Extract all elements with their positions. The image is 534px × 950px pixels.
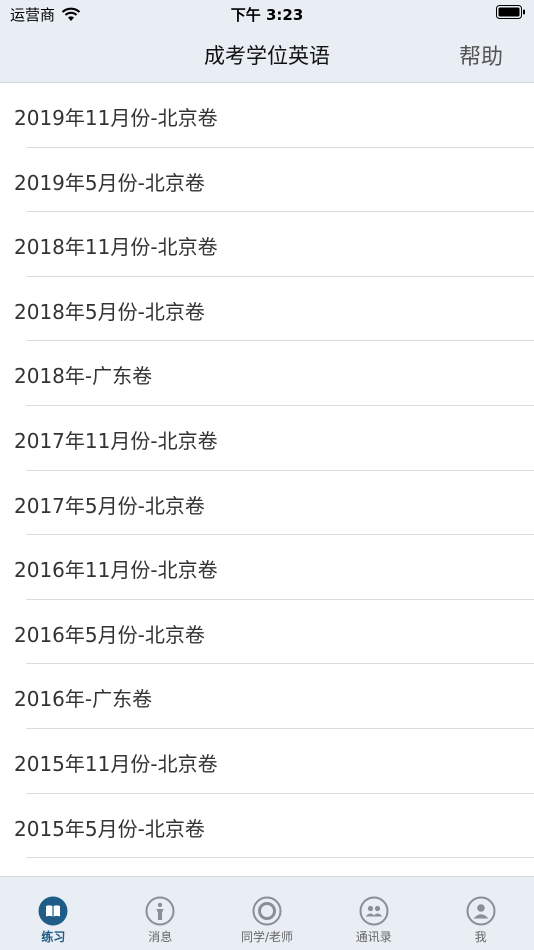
tab-bar: 练习 消息 同学/老师 通讯录 我 bbox=[0, 876, 534, 950]
status-time: 下午 3:23 bbox=[230, 6, 304, 24]
person-info-icon bbox=[145, 896, 175, 926]
list-item-label: 2015年5月份-北京卷 bbox=[14, 816, 205, 841]
list-item-label: 2019年5月份-北京卷 bbox=[14, 170, 205, 195]
list-item-label: 2017年11月份-北京卷 bbox=[14, 428, 218, 453]
tab-contacts[interactable]: 通讯录 bbox=[320, 877, 427, 950]
list-item-label: 2018年11月份-北京卷 bbox=[14, 235, 218, 260]
target-icon bbox=[252, 896, 282, 926]
list-item[interactable]: 2016年-广东卷 bbox=[0, 664, 534, 729]
list-item[interactable]: 2019年5月份-北京卷 bbox=[0, 148, 534, 213]
list-item[interactable]: 2017年5月份-北京卷 bbox=[0, 471, 534, 536]
tab-profile[interactable]: 我 bbox=[427, 877, 534, 950]
list-item[interactable]: 2017年11月份-北京卷 bbox=[0, 406, 534, 471]
help-button[interactable]: 帮助 bbox=[459, 39, 503, 71]
list-item[interactable]: 2019年11月份-北京卷 bbox=[0, 83, 534, 148]
list-item-label: 2017年5月份-北京卷 bbox=[14, 493, 205, 518]
list-item-label: 2019年11月份-北京卷 bbox=[14, 106, 218, 130]
list-item-label: 2018年-广东卷 bbox=[14, 364, 153, 389]
tab-label: 消息 bbox=[148, 930, 173, 944]
navigation-bar: 成考学位英语 帮助 bbox=[0, 28, 534, 83]
list-item[interactable]: 2018年5月份-北京卷 bbox=[0, 277, 534, 342]
tab-target[interactable]: 同学/老师 bbox=[214, 877, 321, 950]
list-item[interactable]: 2016年5月份-北京卷 bbox=[0, 600, 534, 665]
list-item-label: 2016年-广东卷 bbox=[14, 687, 153, 712]
status-bar: 运营商 下午 3:23 bbox=[0, 0, 534, 28]
tab-label: 同学/老师 bbox=[240, 930, 294, 944]
tab-label: 我 bbox=[474, 930, 487, 944]
list-item[interactable]: 2016年11月份-北京卷 bbox=[0, 535, 534, 600]
list-item-label: 2016年5月份-北京卷 bbox=[14, 622, 205, 647]
list-item[interactable]: 2015年11月份-北京卷 bbox=[0, 729, 534, 794]
battery-icon bbox=[496, 5, 526, 24]
contacts-icon bbox=[359, 896, 389, 926]
tab-label: 通讯录 bbox=[355, 930, 392, 944]
list-item-label: 2018年5月份-北京卷 bbox=[14, 299, 205, 324]
exam-paper-list: 2019年11月份-北京卷 2019年5月份-北京卷 2018年11月份-北京卷 20… bbox=[0, 83, 534, 859]
divider bbox=[26, 857, 534, 859]
book-icon bbox=[38, 896, 68, 926]
page-title: 成考学位英语 bbox=[204, 44, 330, 68]
list-item-label: 2015年11月份-北京卷 bbox=[14, 751, 218, 776]
tab-person-info[interactable]: 消息 bbox=[107, 877, 214, 950]
list-item[interactable]: 2015年5月份-北京卷 bbox=[0, 794, 534, 859]
tab-book[interactable]: 练习 bbox=[0, 877, 107, 950]
list-item[interactable]: 2018年11月份-北京卷 bbox=[0, 212, 534, 277]
list-item[interactable]: 2018年-广东卷 bbox=[0, 341, 534, 406]
tab-label: 练习 bbox=[41, 930, 66, 944]
list-item-label: 2016年11月份-北京卷 bbox=[14, 558, 218, 583]
profile-icon bbox=[466, 896, 496, 926]
